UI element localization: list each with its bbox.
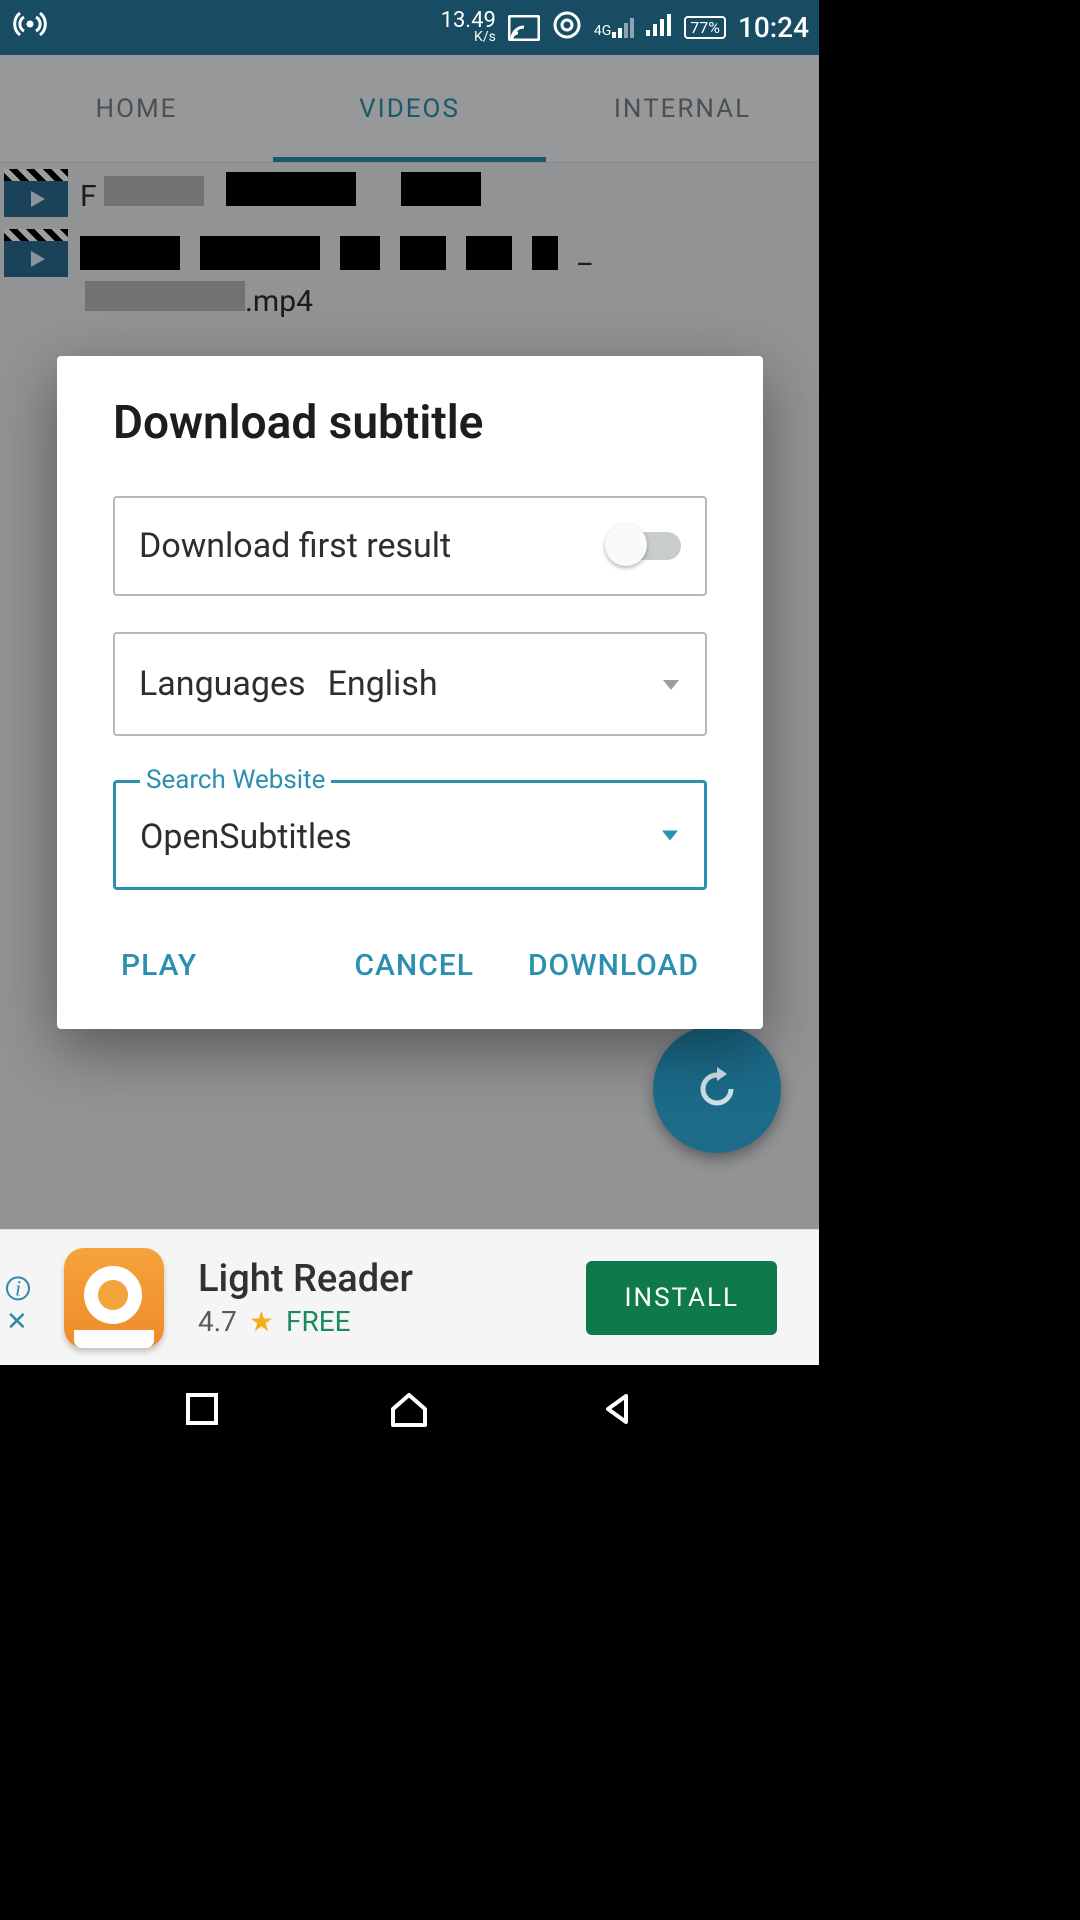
- ad-price: FREE: [286, 1305, 351, 1338]
- search-website-value: OpenSubtitles: [140, 817, 352, 857]
- search-website-dropdown[interactable]: Search Website OpenSubtitles: [113, 780, 707, 890]
- languages-label: Languages: [139, 664, 306, 704]
- mobile-data-icon: 4G: [594, 18, 634, 38]
- cast-icon: [508, 15, 540, 41]
- search-website-label: Search Website: [140, 765, 331, 795]
- ad-rating: 4.7: [198, 1305, 237, 1338]
- ad-title: Light Reader: [198, 1257, 586, 1301]
- navigation-bar: [0, 1365, 819, 1456]
- ad-app-icon: [64, 1248, 164, 1348]
- languages-value: English: [328, 664, 438, 704]
- back-button[interactable]: [600, 1392, 634, 1430]
- status-bar: 13.49 K/s 4G 77% 10:24: [0, 0, 819, 55]
- dialog-actions: PLAY CANCEL DOWNLOAD: [113, 934, 707, 997]
- hotspot-icon: [10, 9, 50, 46]
- cancel-button[interactable]: CANCEL: [346, 934, 482, 997]
- chevron-down-icon: [663, 674, 679, 695]
- dialog-title: Download subtitle: [113, 396, 707, 450]
- ad-text: Light Reader 4.7 ★ FREE: [198, 1257, 586, 1338]
- star-icon: ★: [249, 1305, 274, 1338]
- download-first-label: Download first result: [139, 526, 451, 566]
- home-button[interactable]: [389, 1391, 429, 1431]
- ad-close-icon[interactable]: ✕: [6, 1307, 28, 1337]
- download-button[interactable]: DOWNLOAD: [520, 934, 707, 997]
- download-subtitle-dialog: Download subtitle Download first result …: [57, 356, 763, 1029]
- screen: 13.49 K/s 4G 77% 10:24 HOME VIDEOS: [0, 0, 819, 1456]
- ad-banner[interactable]: i ✕ Light Reader 4.7 ★ FREE INSTALL: [0, 1229, 819, 1365]
- portable-hotspot-icon: [552, 10, 582, 46]
- refresh-fab[interactable]: [653, 1025, 781, 1153]
- ad-info-icon[interactable]: i: [6, 1276, 30, 1300]
- play-button[interactable]: PLAY: [113, 934, 205, 997]
- download-first-toggle[interactable]: [607, 532, 681, 560]
- clock: 10:24: [738, 11, 809, 44]
- network-speed: 13.49 K/s: [441, 11, 496, 43]
- languages-dropdown[interactable]: Languages English: [113, 632, 707, 736]
- signal-icon: [646, 14, 672, 42]
- chevron-down-icon: [662, 825, 678, 846]
- battery-indicator: 77%: [684, 16, 726, 39]
- recent-apps-button[interactable]: [185, 1392, 219, 1430]
- download-first-result-row[interactable]: Download first result: [113, 496, 707, 596]
- install-button[interactable]: INSTALL: [586, 1261, 777, 1335]
